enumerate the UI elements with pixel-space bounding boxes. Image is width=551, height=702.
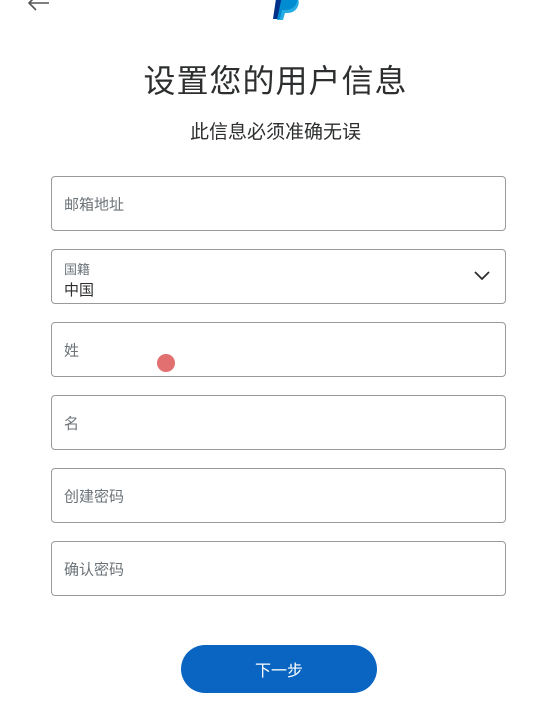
nationality-value: 中国 xyxy=(64,281,95,299)
nationality-label: 国籍 xyxy=(64,263,91,278)
chevron-down-icon xyxy=(474,271,490,281)
nationality-select[interactable]: 国籍 中国 xyxy=(51,249,506,304)
last-name-field[interactable]: 姓 xyxy=(51,322,506,377)
last-name-placeholder: 姓 xyxy=(64,341,80,359)
mouse-cursor-indicator xyxy=(157,354,175,372)
confirm-password-field[interactable]: 确认密码 xyxy=(51,541,506,596)
paypal-logo-icon xyxy=(273,0,299,20)
back-button[interactable] xyxy=(26,0,52,14)
page-subtitle: 此信息必须准确无误 xyxy=(189,121,361,143)
page-title: 设置您的用户信息 xyxy=(143,62,408,100)
email-placeholder: 邮箱地址 xyxy=(64,195,125,213)
arrow-left-icon xyxy=(27,0,49,11)
email-field[interactable]: 邮箱地址 xyxy=(51,176,506,231)
paypal-logo xyxy=(268,0,302,20)
first-name-placeholder: 名 xyxy=(64,414,80,432)
create-password-placeholder: 创建密码 xyxy=(64,487,125,505)
create-password-field[interactable]: 创建密码 xyxy=(51,468,506,523)
next-button[interactable]: 下一步 xyxy=(181,645,377,693)
first-name-field[interactable]: 名 xyxy=(51,395,506,450)
confirm-password-placeholder: 确认密码 xyxy=(64,560,125,578)
